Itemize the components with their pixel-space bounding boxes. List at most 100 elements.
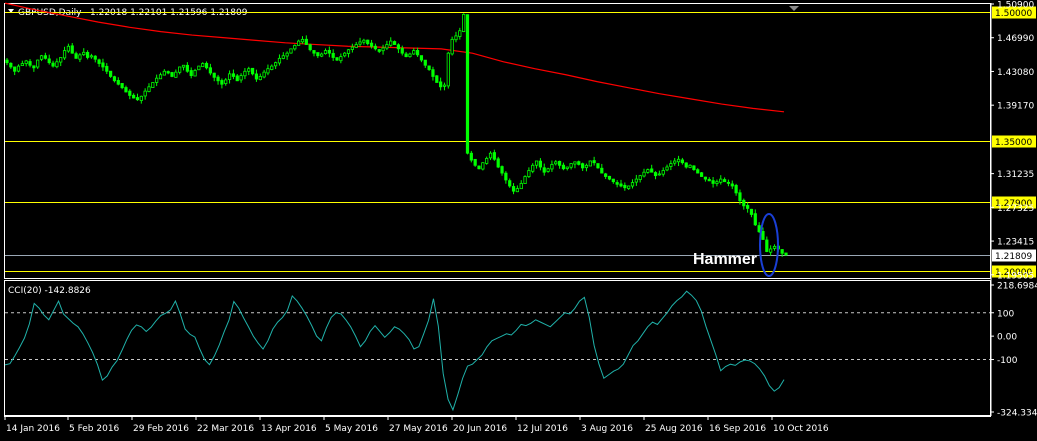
candle-body-48 [189, 70, 193, 76]
candle-body-58 [227, 73, 232, 80]
candle-body-131 [508, 180, 512, 187]
candle-body-38 [151, 82, 155, 89]
candle-body-182 [703, 176, 708, 180]
candle-body-151 [584, 164, 589, 169]
candle-body-150 [581, 163, 585, 169]
candle-body-5 [24, 60, 28, 64]
candle-body-22 [89, 55, 94, 58]
candle-body-198 [765, 239, 769, 252]
candle-body-83 [323, 50, 328, 55]
hammer-annotation-label: Hammer [693, 251, 757, 268]
candle-body-7 [32, 65, 36, 69]
candle-body-27 [109, 70, 113, 77]
candle-body-33 [132, 94, 136, 99]
candle-body-176 [680, 159, 684, 164]
candle-body-186 [719, 178, 723, 183]
time-axis-label-5: 5 May 2016 [325, 424, 378, 434]
chart-canvas: GBPUSD,Daily 1.22018 1.22101 1.21596 1.2… [0, 0, 1037, 441]
candle-body-91 [354, 44, 358, 48]
candle-body-111 [431, 69, 435, 77]
candle-body-107 [416, 50, 420, 56]
candle-body-197 [761, 231, 765, 240]
candle-body-37 [147, 86, 151, 92]
candle-body-16 [66, 45, 70, 52]
candle-body-108 [419, 55, 424, 61]
candle-body-129 [500, 166, 504, 174]
candle-body-172 [665, 166, 669, 171]
candle-body-195 [753, 213, 757, 226]
candle-body-65 [254, 73, 259, 80]
candle-body-188 [726, 181, 731, 184]
candle-body-75 [293, 45, 297, 50]
candle-body-153 [592, 160, 596, 164]
candle-body-156 [604, 173, 608, 177]
candle-body-8 [36, 59, 40, 68]
time-axis-label-10: 25 Aug 2016 [645, 424, 703, 434]
candle-body-85 [331, 52, 335, 58]
candle-body-55 [216, 76, 220, 82]
candle-body-136 [527, 170, 531, 177]
candle-body-12 [51, 62, 55, 67]
candle-body-99 [385, 44, 389, 49]
candle-body-72 [281, 55, 285, 59]
candle-body-173 [669, 163, 673, 167]
candle-body-36 [143, 90, 147, 97]
candle-body-184 [711, 180, 715, 184]
time-axis-label-11: 16 Sep 2016 [709, 424, 766, 434]
candle-body-115 [446, 52, 450, 87]
candle-body-122 [473, 158, 477, 166]
candle-body-17 [70, 45, 74, 54]
candle-body-117 [454, 35, 458, 41]
candle-body-168 [650, 168, 654, 173]
candle-body-113 [439, 81, 443, 88]
candle-body-202 [780, 249, 784, 254]
candle-body-2 [13, 66, 17, 72]
candle-body-104 [404, 53, 408, 58]
candle-body-164 [634, 178, 638, 183]
candle-body-142 [550, 164, 554, 170]
candle-body-35 [139, 95, 143, 101]
candle-body-73 [285, 52, 289, 57]
candle-body-147 [569, 163, 573, 168]
price-axis-label-7: 1.19505 [997, 271, 1034, 281]
candle-body-39 [155, 77, 159, 83]
candle-body-18 [74, 53, 78, 59]
candle-body-80 [312, 50, 316, 54]
candle-body-59 [231, 73, 236, 77]
candle-body-174 [673, 160, 677, 164]
candle-body-50 [197, 65, 201, 71]
candle-body-114 [442, 84, 447, 87]
time-axis-label-0: 14 Jan 2016 [6, 424, 60, 434]
time-axis-label-4: 13 Apr 2016 [261, 424, 317, 434]
candle-body-132 [511, 186, 516, 192]
cci-axis-label-3: -100 [997, 356, 1018, 366]
candle-body-167 [646, 169, 650, 173]
candle-body-162 [627, 185, 631, 189]
candle-body-189 [730, 183, 734, 187]
candle-body-0 [5, 59, 9, 64]
candle-body-125 [485, 157, 489, 164]
candle-body-11 [47, 58, 51, 64]
candle-body-45 [178, 66, 182, 73]
candle-body-76 [297, 40, 301, 46]
candle-body-53 [208, 67, 212, 74]
candle-body-187 [723, 179, 727, 183]
time-axis-label-6: 27 May 2016 [389, 424, 448, 434]
candle-body-26 [105, 65, 109, 72]
candle-body-77 [300, 38, 305, 43]
candle-body-31 [124, 87, 128, 93]
candle-body-44 [174, 71, 178, 78]
cci-axis-label-1: 100 [997, 309, 1014, 319]
candle-body-42 [166, 71, 170, 74]
candle-body-120 [465, 14, 470, 154]
candle-body-23 [93, 55, 97, 60]
candle-body-146 [565, 166, 569, 169]
candle-body-130 [504, 172, 508, 181]
candle-body-181 [699, 172, 704, 177]
level-tag-label-1: 1.35000 [995, 138, 1032, 148]
candle-body-190 [734, 184, 738, 194]
candle-body-32 [128, 90, 132, 96]
candle-body-29 [116, 80, 120, 85]
candle-body-166 [642, 171, 646, 177]
candle-body-139 [538, 160, 543, 168]
